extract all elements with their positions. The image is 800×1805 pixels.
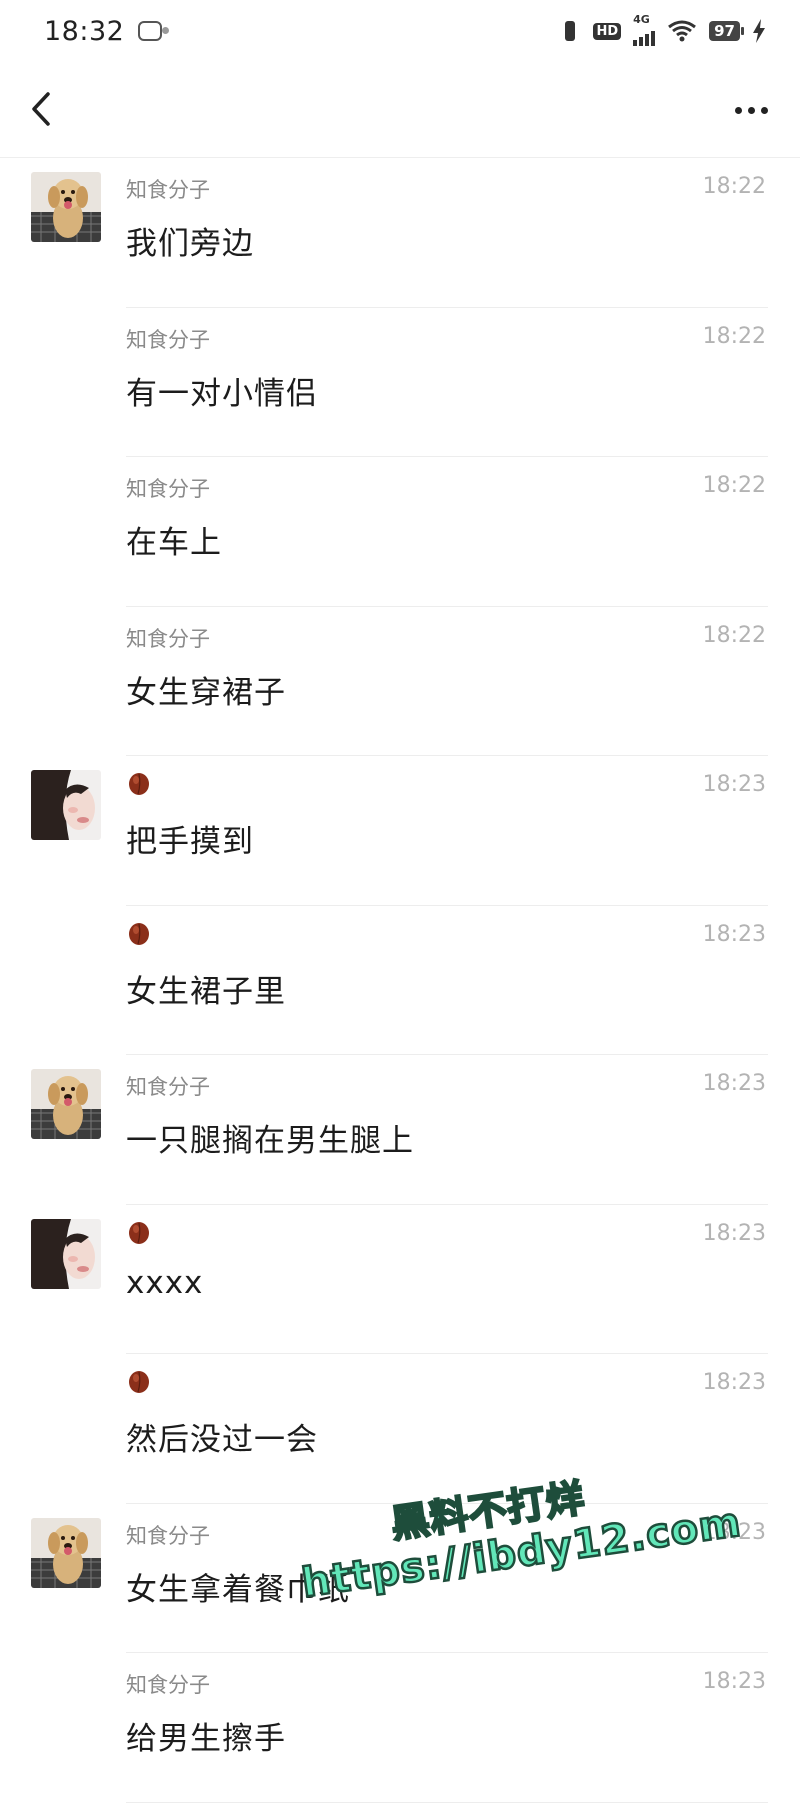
message-row[interactable]: 知食分子 18:23 一只腿搁在男生腿上 xyxy=(0,1055,800,1205)
message-row[interactable]: 知食分子 18:22 女生穿裙子 xyxy=(0,607,800,756)
cellular-signal-icon: 4G xyxy=(633,13,656,46)
message-text: 在车上 xyxy=(126,525,222,561)
message-text: 女生拿着餐巾纸 xyxy=(126,1571,350,1608)
message-time: 18:23 xyxy=(702,921,766,947)
message-text: xxxx xyxy=(126,1264,204,1301)
hd-badge: HD xyxy=(593,22,622,40)
status-time: 18:32 xyxy=(44,15,125,47)
sender-name: 知食分子 xyxy=(126,1673,210,1697)
message-time: 18:23 xyxy=(702,1519,766,1545)
battery-icon: 97 xyxy=(709,21,744,41)
sender-name: 知食分子 xyxy=(126,327,210,352)
message-time: 18:23 xyxy=(702,1370,766,1395)
message-text: 有一对小情侣 xyxy=(126,375,318,412)
sender-name: 知食分子 xyxy=(126,1523,210,1548)
message-row[interactable]: 18:23 然后没过一会 xyxy=(0,1354,800,1504)
message-row[interactable]: 知食分子 18:22 我们旁边 xyxy=(0,158,800,308)
status-bar: 18:32 HD 4G 97 xyxy=(0,0,800,62)
message-text: 给男生擦手 xyxy=(126,1721,286,1757)
message-list: 知食分子 18:22 我们旁边 知食分子 18:22 有一对小情侣 知食分子 18:22 在车上… xyxy=(0,158,800,1803)
message-row[interactable]: 18:23 把手摸到 xyxy=(0,756,800,906)
message-time: 18:22 xyxy=(702,622,766,648)
message-text: 一只腿搁在男生腿上 xyxy=(126,1123,414,1159)
more-options-icon[interactable] xyxy=(728,92,774,128)
message-row[interactable]: 18:23 女生裙子里 xyxy=(0,906,800,1055)
avatar-girl[interactable] xyxy=(31,770,101,840)
wifi-icon xyxy=(668,20,697,42)
message-time: 18:22 xyxy=(702,174,766,199)
message-time: 18:23 xyxy=(702,1220,766,1246)
sender-name: 知食分子 xyxy=(126,477,210,501)
message-row[interactable]: 知食分子 18:23 给男生擦手 xyxy=(0,1653,800,1803)
message-row[interactable]: 知食分子 18:22 在车上 xyxy=(0,457,800,607)
avatar-girl[interactable] xyxy=(31,1218,101,1289)
message-text: 女生穿裙子 xyxy=(126,674,286,711)
sender-name: 知食分子 xyxy=(126,626,210,651)
message-text: 把手摸到 xyxy=(126,824,254,860)
message-text: 女生裙子里 xyxy=(126,973,286,1010)
message-row[interactable]: 18:23 xxxx xyxy=(0,1205,800,1354)
message-time: 18:22 xyxy=(702,473,766,498)
message-text: 然后没过一会 xyxy=(126,1422,318,1458)
app-notification-icon xyxy=(138,21,170,41)
message-time: 18:23 xyxy=(702,1669,766,1694)
message-time: 18:23 xyxy=(702,772,766,797)
message-time: 18:22 xyxy=(702,323,766,349)
message-row[interactable]: 知食分子 18:23 女生拿着餐巾纸 xyxy=(0,1504,800,1653)
avatar-dog[interactable] xyxy=(31,172,101,242)
network-type-label: 4G xyxy=(633,13,650,26)
back-arrow-icon[interactable] xyxy=(22,86,62,132)
avatar-dog[interactable] xyxy=(31,1517,101,1588)
message-text: 我们旁边 xyxy=(126,226,254,262)
message-row[interactable]: 知食分子 18:22 有一对小情侣 xyxy=(0,308,800,457)
charging-icon xyxy=(753,19,765,43)
avatar-dog[interactable] xyxy=(31,1069,101,1139)
message-time: 18:23 xyxy=(702,1071,766,1096)
sender-name: 知食分子 xyxy=(126,1075,210,1099)
nav-bar xyxy=(0,62,800,158)
divider xyxy=(126,1801,768,1803)
vibrate-icon xyxy=(559,20,581,42)
sender-name: 知食分子 xyxy=(126,178,210,202)
